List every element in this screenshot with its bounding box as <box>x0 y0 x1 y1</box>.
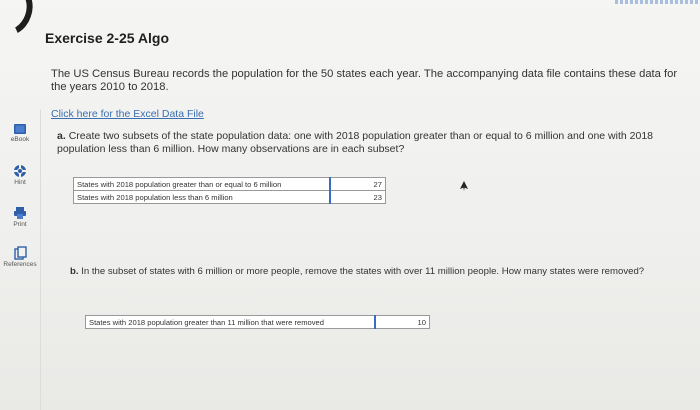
sidebar-item-hint[interactable]: Hint <box>0 164 40 186</box>
lifebuoy-icon <box>14 165 26 177</box>
part-a-question: a. Create two subsets of the state popul… <box>57 130 682 155</box>
answer-input-ge-6-million[interactable]: 27 <box>329 177 387 191</box>
table-row: States with 2018 population greater than… <box>73 177 387 191</box>
sidebar-item-print[interactable]: Print <box>0 206 40 228</box>
part-a-text: Create two subsets of the state populati… <box>57 130 654 155</box>
sidebar-item-label: Print <box>13 221 27 228</box>
page-background <box>0 0 700 410</box>
part-a-marker: a. <box>57 130 66 142</box>
sidebar-divider <box>40 110 41 410</box>
mouse-cursor-icon <box>460 181 468 191</box>
sidebar-item-label: References <box>3 261 37 268</box>
references-icon <box>14 246 27 260</box>
excel-data-file-link[interactable]: Click here for the Excel Data File <box>51 108 204 120</box>
sidebar-item-label: Hint <box>14 179 26 186</box>
row-label: States with 2018 population greater than… <box>84 315 375 329</box>
sidebar-item-ebook[interactable]: eBook <box>0 123 40 143</box>
top-progress-strip <box>615 0 700 4</box>
part-b-answer-table: States with 2018 population greater than… <box>84 315 430 329</box>
answer-input-removed-states[interactable]: 10 <box>373 315 430 329</box>
sidebar-item-references[interactable]: References <box>0 246 40 268</box>
printer-icon <box>14 207 26 219</box>
row-label: States with 2018 population less than 6 … <box>73 190 331 204</box>
part-b-marker: b. <box>70 266 79 277</box>
table-row: States with 2018 population greater than… <box>84 315 430 329</box>
part-a-answer-table: States with 2018 population greater than… <box>73 177 387 204</box>
part-b-text: In the subset of states with 6 million o… <box>81 266 645 277</box>
row-label: States with 2018 population greater than… <box>73 177 331 191</box>
table-row: States with 2018 population less than 6 … <box>73 190 387 204</box>
part-b-question: b. In the subset of states with 6 millio… <box>70 266 660 277</box>
answer-input-lt-6-million[interactable]: 23 <box>329 190 387 204</box>
exercise-intro: The US Census Bureau records the populat… <box>51 68 678 93</box>
book-icon <box>14 124 26 134</box>
sidebar-item-label: eBook <box>10 136 30 143</box>
exercise-title: Exercise 2-25 Algo <box>45 30 169 46</box>
